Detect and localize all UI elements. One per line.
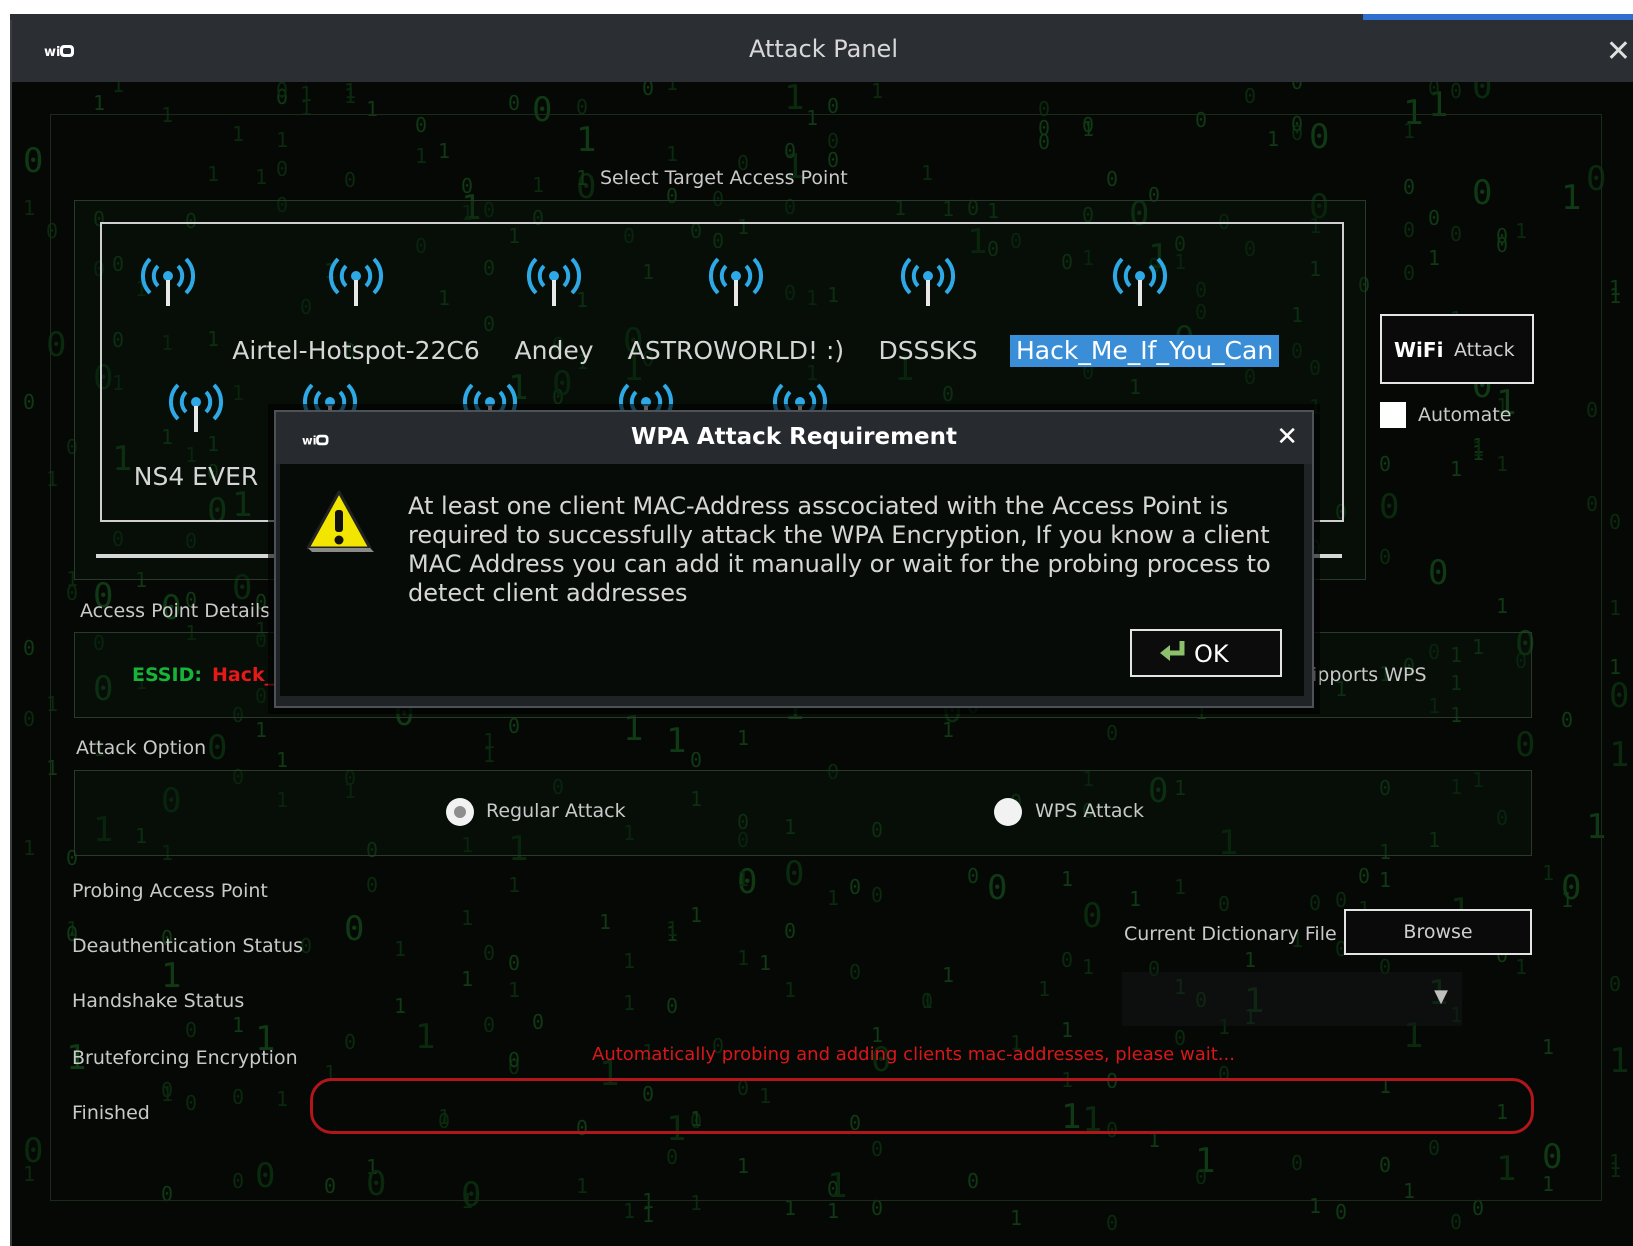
matrix-digit: 0 (1244, 84, 1256, 108)
handshake-status-label: Handshake Status (72, 990, 245, 1012)
access-point-item[interactable]: Hack_Me_If_You_Can (1010, 254, 1280, 367)
matrix-digit: 0 (1428, 82, 1440, 100)
wifi-antenna-icon (140, 257, 196, 306)
matrix-digit: 0 (642, 82, 654, 100)
wifi-antenna-icon (526, 257, 582, 306)
wifi-antenna-icon (1112, 257, 1168, 306)
dialog-body: At least one client MAC-Address asscocia… (280, 464, 1304, 696)
matrix-digit: 1 (93, 91, 105, 115)
matrix-digit: 0 (508, 91, 520, 115)
matrix-digit: 0 (1291, 82, 1303, 94)
attack-button[interactable]: WiFi Attack (1380, 314, 1534, 384)
matrix-digit: 0 (23, 707, 35, 731)
regular-attack-radio[interactable] (446, 798, 474, 826)
attack-option-panel (74, 770, 1532, 856)
matrix-digit: 1 (1609, 284, 1621, 308)
matrix-digit: 0 (1609, 676, 1629, 716)
matrix-digit: 1 (1609, 596, 1621, 620)
matrix-digit: 1 (1609, 655, 1621, 679)
finished-status-label: Finished (72, 1102, 150, 1124)
progress-bar (310, 1078, 1534, 1134)
status-message: Automatically probing and adding clients… (592, 1044, 1235, 1065)
matrix-digit: 1 (23, 196, 35, 220)
access-point-name: DSSSKS (878, 336, 978, 365)
close-icon[interactable]: ✕ (1276, 422, 1298, 452)
return-arrow-icon (1158, 639, 1188, 671)
matrix-digit: 0 (1609, 972, 1621, 996)
wifi-logo-icon: WiFi (1394, 338, 1444, 362)
matrix-digit: 0 (1450, 82, 1462, 103)
attack-button-label: Attack (1454, 339, 1515, 361)
matrix-digit: 0 (276, 82, 288, 102)
ok-button-label: OK (1194, 640, 1229, 668)
matrix-digit: 0 (1335, 1200, 1347, 1224)
probing-status-label: Probing Access Point (72, 880, 268, 902)
matrix-digit: 1 (666, 82, 678, 95)
select-target-label: Select Target Access Point (600, 167, 848, 189)
matrix-digit: 1 (1609, 1150, 1621, 1174)
supports-wps-label: ipports WPS (1312, 664, 1427, 686)
matrix-digit: 0 (1609, 510, 1621, 534)
wpa-requirement-dialog: wi WPA Attack Requirement ✕ At least one… (274, 410, 1314, 708)
automate-checkbox[interactable] (1380, 402, 1406, 428)
dialog-title: WPA Attack Requirement (630, 424, 958, 450)
matrix-digit: 1 (344, 82, 356, 103)
matrix-digit: 1 (112, 82, 124, 97)
automate-label: Automate (1418, 404, 1512, 426)
dialog-title-bar[interactable]: wi WPA Attack Requirement ✕ (276, 412, 1312, 464)
matrix-digit: 0 (1472, 82, 1492, 107)
matrix-digit: 0 (23, 141, 43, 181)
close-icon[interactable]: ✕ (1606, 34, 1631, 69)
matrix-digit: 1 (23, 1162, 35, 1186)
attack-panel-window: wi Attack Panel ✕ 1000001111010010110001… (10, 14, 1633, 1246)
matrix-digit: 1 (871, 82, 883, 103)
dictionary-dropdown[interactable]: ▼ (1122, 972, 1462, 1026)
access-point-name: NS4 EVER (133, 462, 259, 491)
essid-label: ESSID: (132, 664, 202, 686)
matrix-digit: 1 (1609, 735, 1629, 775)
matrix-digit: 1 (300, 82, 312, 106)
matrix-digit: 1 (784, 82, 804, 118)
matrix-digit: 0 (1106, 1211, 1118, 1235)
window-title: Attack Panel (749, 35, 898, 63)
access-point-details-label: Access Point Details (80, 600, 271, 622)
matrix-digit: 1 (1609, 1041, 1629, 1081)
title-bar[interactable]: wi Attack Panel ✕ (12, 20, 1633, 82)
matrix-digit: 1 (23, 836, 35, 860)
wifi-antenna-icon (708, 257, 764, 306)
wps-attack-label: WPS Attack (1035, 800, 1144, 822)
access-point-name: Andey (514, 336, 594, 365)
deauth-status-label: Deauthentication Status (72, 935, 304, 957)
chevron-down-icon: ▼ (1434, 986, 1448, 1007)
dictionary-file-label: Current Dictionary File (1124, 923, 1337, 945)
bruteforce-status-label: Bruteforcing Encryption (72, 1047, 298, 1069)
ok-button[interactable]: OK (1130, 629, 1282, 677)
top-strip-accent (1363, 14, 1633, 20)
matrix-digit: 0 (1450, 1210, 1462, 1234)
dialog-message: At least one client MAC-Address asscocia… (408, 492, 1271, 607)
wifi-antenna-icon (328, 257, 384, 306)
matrix-digit: 1 (1010, 1206, 1022, 1230)
warning-icon (304, 488, 374, 558)
regular-attack-label: Regular Attack (486, 800, 626, 822)
essid-value: Hack_I (212, 664, 282, 686)
access-point-name: Hack_Me_If_You_Can (1010, 335, 1280, 367)
attack-option-label: Attack Option (76, 737, 207, 759)
matrix-digit: 0 (23, 636, 35, 660)
matrix-digit: 0 (23, 390, 35, 414)
matrix-digit: 1 (642, 1203, 654, 1227)
top-strip (10, 14, 1633, 20)
horizontal-scrollbar[interactable] (96, 554, 276, 558)
matrix-digit: 1 (623, 1199, 635, 1223)
browse-button[interactable]: Browse (1344, 909, 1532, 955)
wps-attack-radio[interactable] (994, 798, 1022, 826)
wifi-antenna-icon (900, 257, 956, 306)
